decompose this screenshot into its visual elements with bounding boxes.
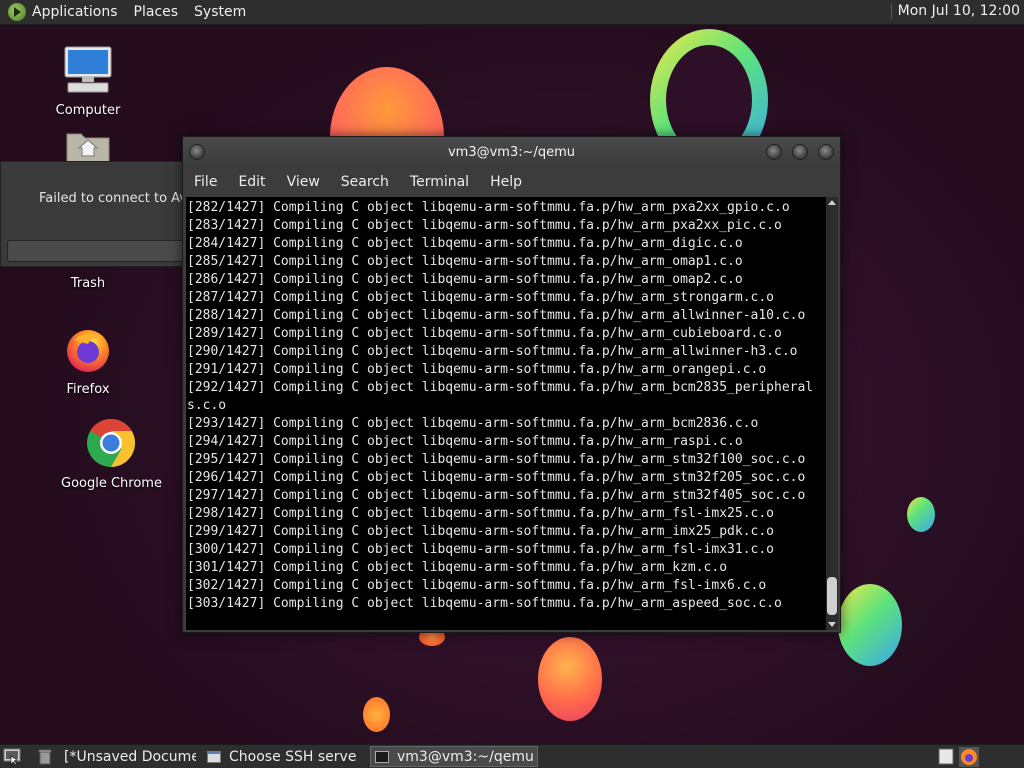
terminal-line: [286/1427] Compiling C object libqemu-ar…: [187, 272, 743, 287]
terminal-line: s.c.o: [187, 398, 227, 413]
scroll-up-arrow-icon[interactable]: [828, 200, 836, 205]
minimize-button[interactable]: [766, 144, 782, 160]
menu-edit[interactable]: Edit: [238, 174, 265, 190]
taskbar-item-terminal[interactable]: vm3@vm3:~/qemu: [370, 746, 538, 767]
terminal-line: [299/1427] Compiling C object libqemu-ar…: [187, 524, 774, 539]
terminal-line: [287/1427] Compiling C object libqemu-ar…: [187, 290, 774, 305]
firefox-tray-icon[interactable]: [959, 747, 979, 767]
terminal-scrollbar[interactable]: [826, 197, 838, 630]
terminal-line: [290/1427] Compiling C object libqemu-ar…: [187, 344, 798, 359]
failed-connection-dialog: Failed to connect to Ava: [0, 161, 207, 267]
places-menu[interactable]: Places: [134, 4, 179, 20]
terminal-lines: [282/1427] Compiling C object libqemu-ar…: [186, 197, 827, 613]
terminal-menubar: File Edit View Search Terminal Help: [183, 167, 840, 197]
desktop-icon-label: Computer: [55, 103, 121, 118]
chrome-icon: [87, 419, 136, 467]
terminal-icon: [375, 750, 389, 763]
bottom-panel: [*Unsaved Docume... Choose SSH server vm…: [0, 744, 1024, 768]
terminal-line: [292/1427] Compiling C object libqemu-ar…: [187, 380, 814, 395]
terminal-line: [302/1427] Compiling C object libqemu-ar…: [187, 578, 767, 593]
terminal-line: [294/1427] Compiling C object libqemu-ar…: [187, 434, 743, 449]
wallpaper-bubble: [838, 584, 902, 666]
terminal-output[interactable]: [282/1427] Compiling C object libqemu-ar…: [186, 197, 827, 630]
home-folder-icon: [66, 133, 110, 163]
taskbar-item-ssh-chooser[interactable]: Choose SSH server: [207, 746, 357, 767]
wallpaper-bubble: [363, 697, 390, 732]
taskbar-item-label: Choose SSH server: [229, 748, 357, 765]
desktop-icon-label: Firefox: [66, 382, 110, 397]
clock[interactable]: Mon Jul 10, 12:00: [890, 3, 1020, 19]
desktop-icon-chrome[interactable]: Google Chrome: [61, 418, 162, 491]
terminal-line: [288/1427] Compiling C object libqemu-ar…: [187, 308, 806, 323]
applications-menu[interactable]: Applications: [32, 4, 118, 20]
wallpaper-bubble: [907, 497, 935, 532]
terminal-line: [284/1427] Compiling C object libqemu-ar…: [187, 236, 743, 251]
scroll-down-arrow-icon[interactable]: [828, 622, 836, 627]
menu-view[interactable]: View: [287, 174, 320, 190]
computer-icon: [64, 46, 112, 93]
close-button[interactable]: [818, 144, 834, 160]
terminal-line: [283/1427] Compiling C object libqemu-ar…: [187, 218, 782, 233]
terminal-title: vm3@vm3:~/qemu: [447, 145, 576, 160]
wallpaper-bubble: [538, 637, 602, 721]
terminal-line: [289/1427] Compiling C object libqemu-ar…: [187, 326, 782, 341]
desktop-icon-trash[interactable]: Trash: [38, 266, 138, 291]
dialog-input-field[interactable]: [7, 240, 207, 262]
show-desktop-icon[interactable]: [3, 748, 21, 765]
taskbar-item-text-editor[interactable]: [*Unsaved Docume...: [60, 746, 196, 767]
mate-logo-icon[interactable]: [8, 3, 26, 21]
system-menu[interactable]: System: [194, 4, 246, 20]
terminal-line: [301/1427] Compiling C object libqemu-ar…: [187, 560, 728, 575]
desktop-icon-computer[interactable]: Computer: [38, 45, 138, 118]
terminal-line: [282/1427] Compiling C object libqemu-ar…: [187, 200, 790, 215]
scrollbar-thumb[interactable]: [827, 577, 837, 615]
top-panel: Applications Places System Mon Jul 10, 1…: [0, 0, 1024, 25]
trash-applet-icon[interactable]: [38, 749, 52, 765]
terminal-window[interactable]: vm3@vm3:~/qemu File Edit View Search Ter…: [182, 136, 841, 633]
taskbar-item-label: vm3@vm3:~/qemu: [397, 748, 534, 765]
menu-search[interactable]: Search: [341, 174, 389, 190]
desktop-icon-label: Google Chrome: [61, 476, 162, 491]
terminal-line: [293/1427] Compiling C object libqemu-ar…: [187, 416, 759, 431]
desktop-icon-firefox[interactable]: Firefox: [38, 326, 138, 397]
desktop-icon-label: Trash: [70, 276, 106, 291]
terminal-line: [291/1427] Compiling C object libqemu-ar…: [187, 362, 767, 377]
notes-applet-icon[interactable]: [938, 748, 954, 765]
menu-help[interactable]: Help: [490, 174, 522, 190]
window-icon: [207, 750, 221, 763]
terminal-line: [298/1427] Compiling C object libqemu-ar…: [187, 506, 774, 521]
terminal-line: [296/1427] Compiling C object libqemu-ar…: [187, 470, 806, 485]
menu-file[interactable]: File: [194, 174, 217, 190]
terminal-line: [295/1427] Compiling C object libqemu-ar…: [187, 452, 806, 467]
terminal-line: [297/1427] Compiling C object libqemu-ar…: [187, 488, 806, 503]
terminal-line: [285/1427] Compiling C object libqemu-ar…: [187, 254, 743, 269]
taskbar-item-label: [*Unsaved Docume...: [64, 748, 196, 765]
firefox-icon: [67, 330, 109, 372]
terminal-line: [303/1427] Compiling C object libqemu-ar…: [187, 596, 782, 611]
terminal-titlebar[interactable]: vm3@vm3:~/qemu: [183, 137, 840, 167]
menu-terminal[interactable]: Terminal: [410, 174, 469, 190]
dialog-message: Failed to connect to Ava: [39, 191, 195, 206]
maximize-button[interactable]: [792, 144, 808, 160]
terminal-line: [300/1427] Compiling C object libqemu-ar…: [187, 542, 774, 557]
